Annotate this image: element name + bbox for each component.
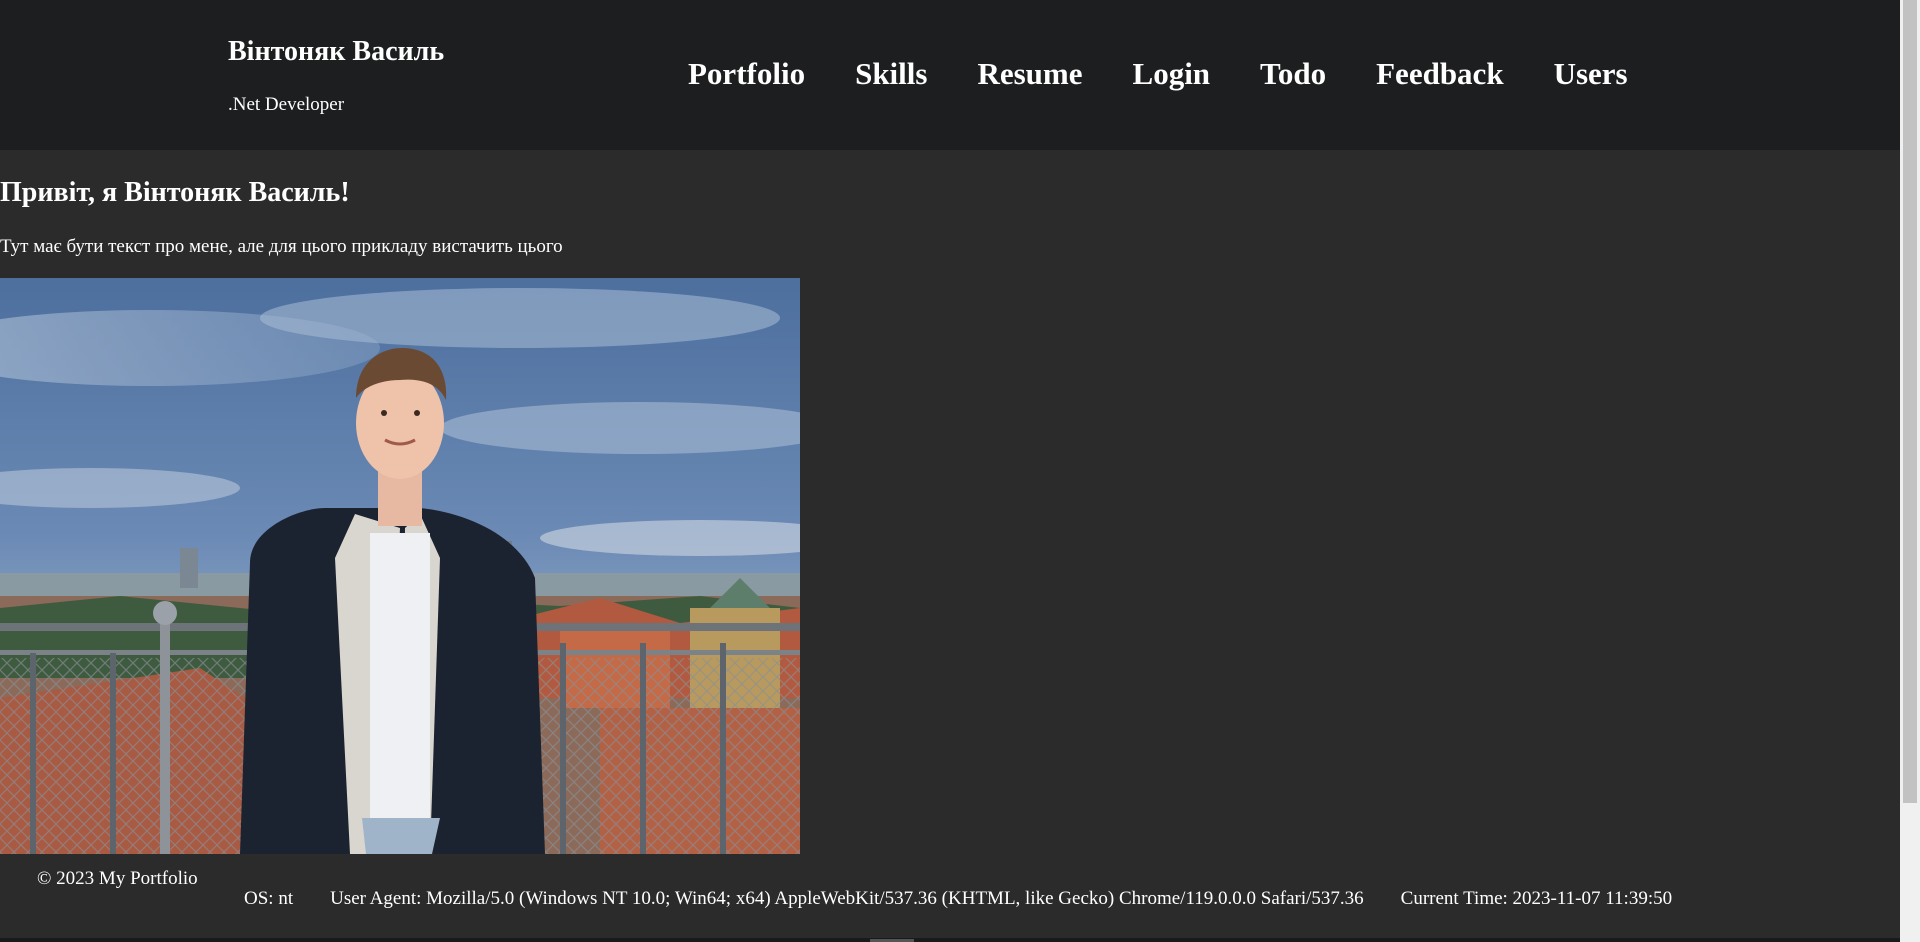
nav-link-portfolio[interactable]: Portfolio <box>688 55 805 93</box>
current-time: Current Time: 2023-11-07 11:39:50 <box>1400 888 1673 909</box>
profile-photo <box>0 278 800 854</box>
os-info: OS: nt <box>244 888 294 909</box>
nav-link-login[interactable]: Login <box>1133 55 1211 93</box>
site-owner-name: Вінтоняк Василь <box>228 36 445 67</box>
site-footer: © 2023 My Portfolio OS: nt User Agent: M… <box>0 854 1900 942</box>
vertical-scrollbar[interactable] <box>1900 0 1920 942</box>
intro-text: Тут має бути текст про мене, але для цьо… <box>0 236 563 257</box>
main-nav: Portfolio Skills Resume Login Todo Feedb… <box>688 55 1678 93</box>
copyright-text: © 2023 My Portfolio <box>37 868 198 889</box>
nav-link-users[interactable]: Users <box>1554 55 1628 93</box>
nav-link-todo[interactable]: Todo <box>1260 55 1326 93</box>
nav-link-feedback[interactable]: Feedback <box>1376 55 1503 93</box>
page-title: Привіт, я Вінтоняк Василь! <box>0 177 350 208</box>
site-owner-role: .Net Developer <box>228 94 345 115</box>
window-bottom-edge <box>0 938 1900 942</box>
system-info: OS: nt User Agent: Mozilla/5.0 (Windows … <box>244 888 1709 910</box>
user-agent-info: User Agent: Mozilla/5.0 (Windows NT 10.0… <box>330 888 1364 909</box>
site-header: Вінтоняк Василь .Net Developer Portfolio… <box>0 0 1900 150</box>
scrollbar-thumb[interactable] <box>1903 0 1917 803</box>
page: Вінтоняк Василь .Net Developer Portfolio… <box>0 0 1920 942</box>
nav-link-resume[interactable]: Resume <box>977 55 1082 93</box>
nav-link-skills[interactable]: Skills <box>855 55 927 93</box>
